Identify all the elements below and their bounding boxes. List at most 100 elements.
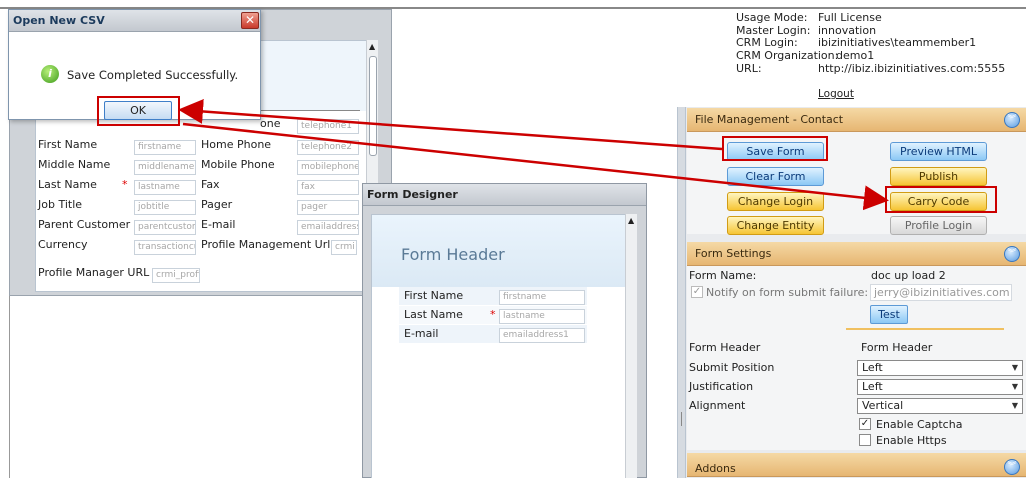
designer-field-label: Last Name bbox=[404, 308, 463, 321]
form-header-value: Form Header bbox=[861, 341, 933, 354]
field-label: Pager bbox=[201, 198, 233, 211]
info-value: ibizinitiatives\teammember1 bbox=[818, 36, 977, 50]
addons-header[interactable]: Addons ︾ bbox=[687, 453, 1026, 477]
dropdown-arrow-icon: ▼ bbox=[1011, 401, 1018, 410]
workspace-border bbox=[9, 296, 10, 478]
alignment-select[interactable]: Vertical ▼ bbox=[857, 398, 1023, 414]
field-label: Fax bbox=[201, 178, 220, 191]
screenshot: Usage Mode: Full License Master Login: inno… bbox=[0, 0, 1026, 478]
field-input[interactable]: crmi bbox=[331, 240, 357, 255]
field-label-fragment: one bbox=[260, 117, 281, 130]
designer-field-input[interactable]: firstname bbox=[499, 290, 585, 305]
justification-label: Justification bbox=[689, 380, 754, 393]
justification-select[interactable]: Left ▼ bbox=[857, 379, 1023, 395]
info-key: Usage Mode: bbox=[736, 11, 808, 24]
info-value: http://ibiz.ibizinitiatives.com:5555 bbox=[818, 61, 1006, 75]
https-label: Enable Https bbox=[876, 434, 947, 447]
alignment-value: Vertical bbox=[862, 399, 904, 412]
form-designer-window: Form Designer Form Header ▲ First Name fi… bbox=[362, 183, 647, 478]
field-label: Profile Management Url bbox=[201, 238, 331, 251]
field-input[interactable]: mobilephone bbox=[297, 160, 359, 175]
form-designer-scrollbar[interactable]: ▲ bbox=[625, 214, 637, 478]
publish-button[interactable]: Publish bbox=[890, 167, 987, 186]
field-label: Currency bbox=[38, 238, 88, 251]
designer-field-label: First Name bbox=[404, 289, 464, 302]
form-settings-title: Form Settings bbox=[695, 247, 772, 260]
field-input[interactable]: lastname bbox=[134, 180, 196, 195]
field-label: E-mail bbox=[201, 218, 236, 231]
telephone1-field[interactable]: telephone1 bbox=[297, 119, 359, 134]
chevron-collapse-icon[interactable]: ︾ bbox=[1004, 112, 1020, 128]
chevron-collapse-icon[interactable]: ︾ bbox=[1004, 459, 1020, 475]
close-icon[interactable]: ✕ bbox=[241, 12, 259, 29]
field-input[interactable]: middlename bbox=[134, 160, 196, 175]
info-key: URL: bbox=[736, 61, 762, 75]
test-button[interactable]: Test bbox=[870, 305, 908, 324]
logout-link[interactable]: Logout bbox=[818, 88, 854, 101]
notify-email-field[interactable]: jerry@ibizinitiatives.com bbox=[870, 284, 1012, 301]
form-name-label: Form Name: bbox=[689, 269, 757, 282]
dropdown-arrow-icon: ▼ bbox=[1011, 363, 1018, 372]
profile-login-button[interactable]: Profile Login bbox=[890, 216, 987, 235]
info-icon: i bbox=[41, 65, 59, 83]
captcha-checkbox[interactable]: ✓ bbox=[859, 418, 871, 430]
form-editor-rule bbox=[260, 110, 360, 111]
form-header-band: Form Header bbox=[372, 215, 625, 287]
chevron-collapse-icon[interactable]: ︾ bbox=[1004, 246, 1020, 262]
field-input[interactable]: emailaddress bbox=[297, 220, 359, 235]
field-label: Home Phone bbox=[201, 138, 272, 151]
file-management-header[interactable]: File Management - Contact ︾ bbox=[687, 108, 1026, 132]
settings-divider bbox=[846, 328, 1004, 330]
field-label: First Name bbox=[38, 138, 98, 151]
justification-value: Left bbox=[862, 380, 883, 393]
captcha-label: Enable Captcha bbox=[876, 418, 963, 431]
clear-form-button[interactable]: Clear Form bbox=[727, 167, 824, 186]
preview-html-button[interactable]: Preview HTML bbox=[890, 142, 987, 161]
field-input[interactable]: jobtitle bbox=[134, 200, 196, 215]
addons-title: Addons bbox=[695, 462, 736, 475]
https-checkbox[interactable] bbox=[859, 434, 871, 446]
sidebar-splitter[interactable] bbox=[678, 107, 686, 478]
form-settings-header[interactable]: Form Settings ︾ bbox=[687, 242, 1026, 266]
designer-field-label: E-mail bbox=[404, 327, 439, 340]
form-header-title: Form Header bbox=[401, 245, 505, 264]
submit-position-select[interactable]: Left ▼ bbox=[857, 360, 1023, 376]
info-value: innovation bbox=[818, 23, 877, 37]
dialog-message: Save Completed Successfully. bbox=[67, 68, 239, 82]
field-label: Mobile Phone bbox=[201, 158, 275, 171]
alignment-label: Alignment bbox=[689, 399, 746, 412]
field-input[interactable]: transactioncur bbox=[134, 240, 196, 255]
info-value: demo1 bbox=[836, 49, 875, 63]
form-fields-grid: one telephone1 First Name firstname Home P… bbox=[35, 113, 365, 288]
field-label: Parent Customer bbox=[38, 218, 131, 231]
designer-field-input[interactable]: emailaddress1 bbox=[499, 328, 585, 343]
field-label: Middle Name bbox=[38, 158, 111, 171]
required-marker: * bbox=[122, 178, 128, 191]
info-value: Full License bbox=[818, 11, 882, 24]
info-key: Master Login: bbox=[736, 23, 811, 37]
field-input[interactable]: parentcustom bbox=[134, 220, 196, 235]
profile-manager-url-field[interactable]: crmi_profi bbox=[152, 268, 200, 283]
field-input[interactable]: pager bbox=[297, 200, 359, 215]
dialog-title: Open New CSV bbox=[9, 10, 260, 32]
carry-code-highlight bbox=[885, 186, 997, 213]
designer-field-input[interactable]: lastname bbox=[499, 309, 585, 324]
notify-checkbox[interactable]: ✓ bbox=[691, 286, 703, 298]
required-marker: * bbox=[490, 308, 496, 321]
submit-position-value: Left bbox=[862, 361, 883, 374]
submit-position-label: Submit Position bbox=[689, 361, 775, 374]
change-entity-button[interactable]: Change Entity bbox=[727, 216, 824, 235]
account-info: Usage Mode: Full License Master Login: inno… bbox=[736, 11, 1026, 104]
field-input[interactable]: telephone2 bbox=[297, 140, 359, 155]
form-header-label: Form Header bbox=[689, 341, 761, 354]
notify-label: Notify on form submit failure: bbox=[706, 286, 869, 299]
info-key: CRM Login: bbox=[736, 36, 798, 50]
dropdown-arrow-icon: ▼ bbox=[1011, 382, 1018, 391]
field-label: Job Title bbox=[38, 198, 83, 211]
change-login-button[interactable]: Change Login bbox=[727, 192, 824, 211]
ok-button[interactable]: OK bbox=[104, 101, 172, 120]
info-key: CRM Organization: bbox=[736, 49, 839, 63]
save-form-highlight bbox=[722, 136, 828, 161]
field-input[interactable]: firstname bbox=[134, 140, 196, 155]
field-input[interactable]: fax bbox=[297, 180, 359, 195]
